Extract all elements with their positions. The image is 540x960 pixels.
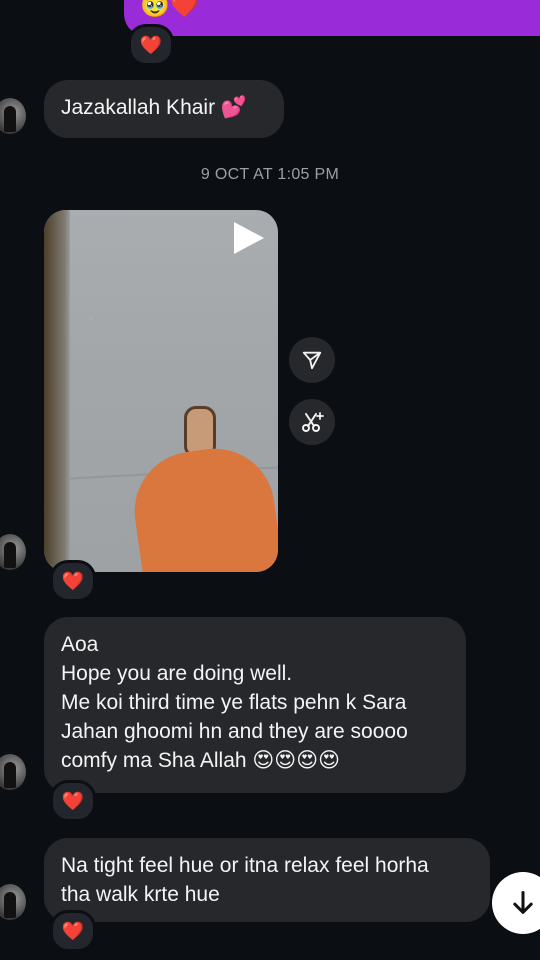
heart-reaction-icon: ❤️	[61, 920, 85, 941]
received-message-bubble[interactable]: Aoa Hope you are doing well. Me koi thir…	[44, 617, 466, 793]
play-icon[interactable]	[234, 222, 264, 254]
reaction-badge[interactable]: ❤️	[128, 24, 174, 66]
sent-message-emojis: 🥹❤️	[140, 0, 200, 19]
scroll-to-bottom-button[interactable]	[492, 872, 540, 934]
received-message-bubble[interactable]: Jazakallah Khair 💕	[44, 80, 284, 138]
heart-reaction-icon: ❤️	[61, 570, 85, 591]
heart-reaction-icon: ❤️	[139, 34, 163, 55]
share-button[interactable]	[289, 337, 335, 383]
chat-screen: 🥹❤️ ❤️ Jazakallah Khair 💕 9 OCT AT 1:05 …	[0, 0, 540, 960]
reaction-badge[interactable]: ❤️	[50, 780, 96, 822]
avatar[interactable]	[0, 884, 26, 920]
scissors-sparkle-icon	[302, 412, 324, 432]
message-text: Jazakallah Khair 💕	[61, 96, 248, 119]
remix-button[interactable]	[289, 399, 335, 445]
message-text: tha walk krte hue	[61, 883, 220, 906]
message-text: Aoa	[61, 633, 99, 656]
message-text: comfy ma Sha Allah 😍😍😍😍	[61, 749, 340, 772]
timestamp: 9 OCT AT 1:05 PM	[200, 166, 340, 183]
arrow-down-icon	[513, 890, 533, 914]
reaction-badge[interactable]: ❤️	[50, 910, 96, 952]
message-text: Na tight feel hue or itna relax feel hor…	[61, 854, 429, 877]
message-text: Jahan ghoomi hn and they are soooo	[61, 720, 408, 743]
heart-reaction-icon: ❤️	[61, 790, 85, 811]
send-icon	[302, 351, 322, 370]
received-message-bubble[interactable]: Na tight feel hue or itna relax feel hor…	[44, 838, 490, 922]
reaction-badge[interactable]: ❤️	[50, 560, 96, 602]
video-message[interactable]	[44, 210, 278, 572]
avatar[interactable]	[0, 534, 26, 570]
avatar[interactable]	[0, 98, 26, 134]
avatar[interactable]	[0, 754, 26, 790]
message-text: Me koi third time ye flats pehn k Sara	[61, 691, 407, 714]
message-text: Hope you are doing well.	[61, 662, 293, 685]
